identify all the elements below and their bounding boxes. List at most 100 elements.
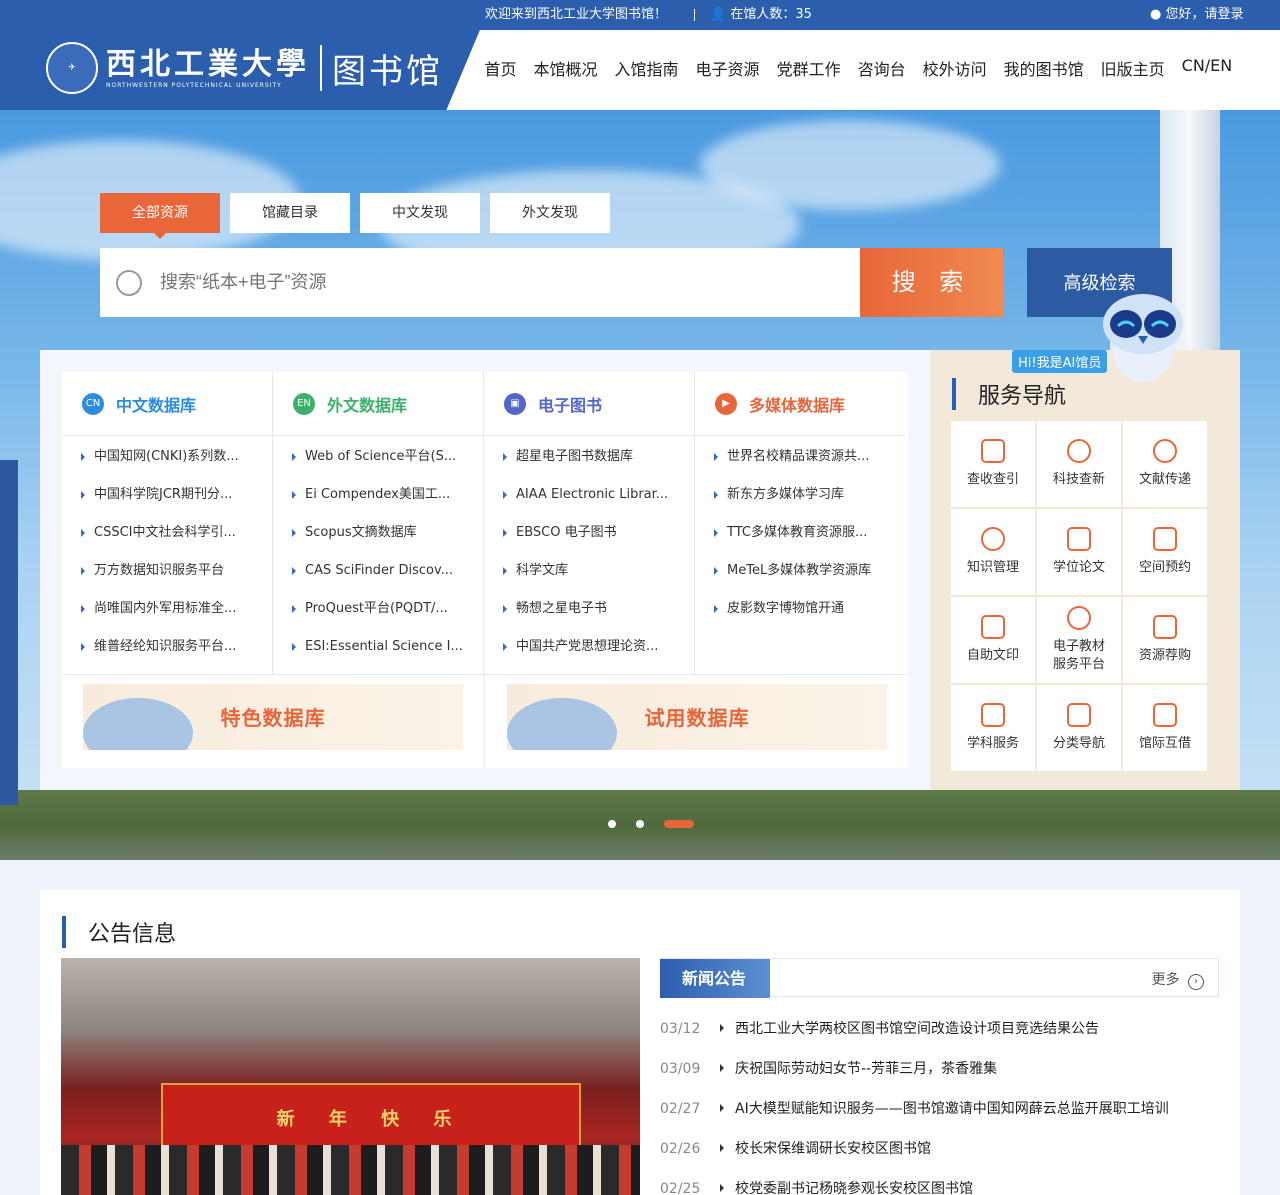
news-text[interactable]: AI大模型赋能知识服务——图书馆邀请中国知网薛云总监开展职工培训: [735, 1101, 1169, 1117]
db-item[interactable]: 科学文库: [484, 552, 694, 590]
news-text[interactable]: 庆祝国际劳动妇女节--芳菲三月，茶香雅集: [735, 1061, 997, 1077]
db-item[interactable]: 中国科学院JCR期刊分...: [62, 476, 272, 514]
news-text[interactable]: 校党委副书记杨晓参观长安校区图书馆: [735, 1181, 973, 1195]
service-category-nav[interactable]: 分类导航: [1036, 684, 1122, 772]
printer-icon: [981, 615, 1005, 639]
db-header[interactable]: ▣ 电子图书: [484, 372, 694, 436]
disc-icon: [1067, 606, 1091, 630]
db-item[interactable]: ESI:Essential Science I...: [273, 628, 483, 666]
document-edit-icon: [1067, 527, 1091, 551]
service-knowledge-mgmt[interactable]: 知识管理: [950, 508, 1036, 596]
upload-icon: [1153, 439, 1177, 463]
news-item[interactable]: 03/12 西北工业大学两校区图书馆空间改造设计项目竞选结果公告: [660, 1018, 1099, 1038]
nav-mylibrary[interactable]: 我的图书馆: [995, 56, 1092, 80]
news-item[interactable]: 02/26 校长宋保维调研长安校区图书馆: [660, 1138, 931, 1158]
db-item[interactable]: 万方数据知识服务平台: [62, 552, 272, 590]
db-item[interactable]: 皮影数字博物馆开通: [695, 590, 906, 628]
db-item[interactable]: 超星电子图书数据库: [484, 438, 694, 476]
service-novelty-search[interactable]: 科技查新: [1036, 420, 1122, 508]
news-photo[interactable]: 新 年 快 乐: [61, 958, 640, 1195]
tab-chinese-discovery[interactable]: 中文发现: [360, 193, 480, 233]
nav-consult[interactable]: 咨询台: [849, 56, 914, 80]
db-item[interactable]: EBSCO 电子图书: [484, 514, 694, 552]
service-thesis[interactable]: 学位论文: [1036, 508, 1122, 596]
nav-eresources[interactable]: 电子资源: [687, 56, 768, 80]
ai-librarian-tag[interactable]: Hi!我是AI馆员: [1012, 350, 1108, 373]
nav-language[interactable]: CN/EN: [1173, 56, 1241, 80]
featured-db-banner[interactable]: 特色数据库: [83, 684, 463, 750]
service-purchase-recommend[interactable]: 资源荐购: [1122, 596, 1208, 684]
login-link[interactable]: ● 您好，请登录: [1150, 0, 1244, 30]
db-header[interactable]: EN 外文数据库: [273, 372, 483, 436]
db-item[interactable]: CAS SciFinder Discov...: [273, 552, 483, 590]
university-seal-icon: ✈: [46, 42, 98, 94]
db-header[interactable]: ▶ 多媒体数据库: [695, 372, 906, 436]
carousel-dot[interactable]: [608, 820, 616, 828]
cn-icon: CN: [82, 392, 104, 415]
db-item[interactable]: Scopus文摘数据库: [273, 514, 483, 552]
login-text[interactable]: 您好，请登录: [1165, 7, 1243, 22]
tab-catalog[interactable]: 馆藏目录: [230, 193, 350, 233]
nav-about[interactable]: 本馆概况: [525, 56, 606, 80]
site-logo[interactable]: ✈ 西北工業大學 NORTHWESTERN POLYTECHNICAL UNIV…: [46, 42, 443, 94]
nav-guide[interactable]: 入馆指南: [606, 56, 687, 80]
news-item[interactable]: 02/27 AI大模型赋能知识服务——图书馆邀请中国知网薛云总监开展职工培训: [660, 1098, 1169, 1118]
nav-party[interactable]: 党群工作: [768, 56, 849, 80]
service-document-delivery[interactable]: 文献传递: [1122, 420, 1208, 508]
nav-home[interactable]: 首页: [476, 56, 525, 80]
more-text: 更多: [1151, 972, 1180, 988]
db-item[interactable]: MeTeL多媒体教学资源库: [695, 552, 906, 590]
service-subject[interactable]: 学科服务: [950, 684, 1036, 772]
db-column-ebooks: ▣ 电子图书 超星电子图书数据库 AIAA Electronic Librar.…: [484, 372, 695, 674]
db-header[interactable]: CN 中文数据库: [62, 372, 272, 436]
news-item[interactable]: 03/09 庆祝国际劳动妇女节--芳菲三月，茶香雅集: [660, 1058, 997, 1078]
tab-all-resources[interactable]: 全部资源: [100, 193, 220, 239]
search-button[interactable]: 搜 索: [860, 248, 1003, 317]
search-box: [100, 248, 860, 317]
cloud: [700, 120, 1000, 210]
service-interlibrary-loan[interactable]: 馆际互借: [1122, 684, 1208, 772]
db-item[interactable]: AIAA Electronic Librar...: [484, 476, 694, 514]
nav-oldsite[interactable]: 旧版主页: [1092, 56, 1173, 80]
db-item[interactable]: 畅想之星电子书: [484, 590, 694, 628]
db-item[interactable]: 维普经纶知识服务平台...: [62, 628, 272, 666]
online-count: 👤 在馆人数：35: [710, 0, 812, 30]
service-self-print[interactable]: 自助文印: [950, 596, 1036, 684]
news-tab[interactable]: 新闻公告: [660, 959, 770, 998]
news-item[interactable]: 02/25 校党委副书记杨晓参观长安校区图书馆: [660, 1178, 973, 1195]
db-item[interactable]: 中国共产党思想理论资...: [484, 628, 694, 666]
db-item[interactable]: 世界名校精品课资源共...: [695, 438, 906, 476]
trial-db-banner[interactable]: 试用数据库: [507, 684, 887, 750]
db-item[interactable]: 尚唯国内外军用标准全...: [62, 590, 272, 628]
news-date: 03/12: [660, 1021, 701, 1037]
main-nav: 首页 本馆概况 入馆指南 电子资源 党群工作 咨询台 校外访问 我的图书馆 旧版…: [476, 56, 1241, 80]
db-item[interactable]: Web of Science平台(S...: [273, 438, 483, 476]
service-citation[interactable]: 查收查引: [950, 420, 1036, 508]
db-item[interactable]: 新东方多媒体学习库: [695, 476, 906, 514]
db-item[interactable]: ProQuest平台(PQDT/...: [273, 590, 483, 628]
news-more-link[interactable]: 更多 ›: [1152, 969, 1204, 990]
service-etextbook[interactable]: 电子教材服务平台: [1036, 596, 1122, 684]
news-text[interactable]: 校长宋保维调研长安校区图书馆: [735, 1141, 931, 1157]
news-text[interactable]: 西北工业大学两校区图书馆空间改造设计项目竞选结果公告: [735, 1021, 1099, 1037]
search-tabs: 全部资源 馆藏目录 中文发现 外文发现: [100, 193, 610, 239]
left-building: [0, 460, 18, 805]
logo-names: 西北工業大學 NORTHWESTERN POLYTECHNICAL UNIVER…: [106, 47, 310, 89]
en-icon: EN: [293, 392, 315, 415]
site-header: 欢迎来到西北工业大学图书馆！ 👤 在馆人数：35 ● 您好，请登录 ✈ 西北工業…: [0, 0, 1280, 110]
carousel-dot-active[interactable]: [664, 820, 694, 828]
search-icon: [116, 270, 142, 296]
db-item[interactable]: 中国知网(CNKI)系列数...: [62, 438, 272, 476]
db-item[interactable]: Ei Compendex美国工...: [273, 476, 483, 514]
service-space-booking[interactable]: 空间预约: [1122, 508, 1208, 596]
nav-offcampus[interactable]: 校外访问: [914, 56, 995, 80]
ai-librarian-owl-icon[interactable]: [1098, 286, 1188, 384]
search-input[interactable]: [160, 248, 850, 317]
service-grid: 查收查引 科技查新 文献传递 知识管理 学位论文 空间预约 自助文印 电子教材服…: [950, 420, 1208, 772]
db-item[interactable]: CSSCI中文社会科学引...: [62, 514, 272, 552]
db-title: 中文数据库: [116, 395, 197, 415]
carousel-dot[interactable]: [636, 820, 644, 828]
db-item[interactable]: TTC多媒体教育资源服...: [695, 514, 906, 552]
grid-icon: [1067, 703, 1091, 727]
tab-foreign-discovery[interactable]: 外文发现: [490, 193, 610, 233]
